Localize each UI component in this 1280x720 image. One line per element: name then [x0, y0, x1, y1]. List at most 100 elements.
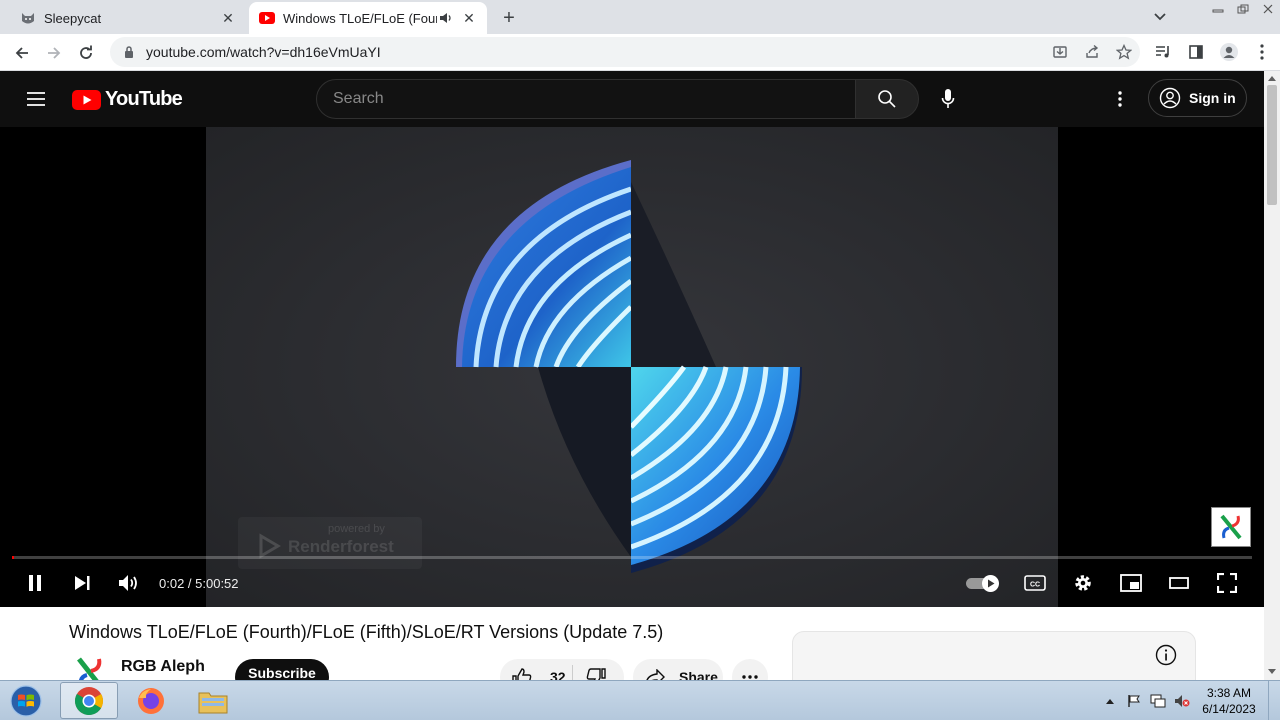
scroll-up-arrow-icon[interactable] — [1268, 75, 1276, 81]
action-center-flag-icon[interactable] — [1122, 691, 1146, 711]
taskbar-chrome[interactable] — [60, 682, 118, 719]
windows-taskbar: 3:38 AM 6/14/2023 — [0, 680, 1280, 720]
thumbs-up-icon[interactable] — [512, 668, 532, 680]
account-circle-icon — [1159, 87, 1181, 109]
browser-toolbar: youtube.com/watch?v=dh16eVmUaYI — [0, 34, 1280, 71]
scroll-thumb[interactable] — [1267, 85, 1277, 205]
settings-gear-icon[interactable] — [1067, 563, 1099, 603]
like-dislike-group: 32 — [500, 659, 624, 680]
menu-hamburger-icon[interactable] — [22, 86, 50, 112]
voice-search-button[interactable] — [928, 79, 968, 119]
search-button[interactable] — [855, 79, 919, 119]
share-label: Share — [679, 669, 718, 680]
system-tray — [1098, 681, 1194, 720]
tab-audio-playing-icon[interactable] — [437, 9, 455, 27]
time-display: 0:02 / 5:00:52 — [159, 575, 239, 591]
video-frame[interactable]: powered by Renderforest — [206, 127, 1058, 607]
forward-arrow-icon[interactable] — [41, 40, 67, 66]
address-bar[interactable]: youtube.com/watch?v=dh16eVmUaYI — [110, 37, 1140, 67]
url-text[interactable]: youtube.com/watch?v=dh16eVmUaYI — [146, 44, 381, 60]
close-window-icon[interactable] — [1255, 0, 1280, 18]
taskbar-firefox[interactable] — [122, 682, 180, 719]
browser-tab-strip: Sleepycat ✕ Windows TLoE/FLoE (Fourth) ✕… — [0, 0, 1280, 34]
tray-overflow-icon[interactable] — [1098, 691, 1122, 711]
autoplay-toggle[interactable] — [966, 575, 1002, 592]
youtube-logo[interactable]: YouTube — [72, 88, 183, 111]
windows-start-orb-icon — [10, 685, 42, 717]
channel-avatar[interactable] — [73, 657, 107, 680]
share-page-icon[interactable] — [1076, 44, 1108, 60]
fullscreen-icon[interactable] — [1211, 563, 1243, 603]
volume-icon[interactable] — [113, 563, 145, 603]
video-player[interactable]: powered by Renderforest 0:02 / 5:00:52 C… — [0, 127, 1264, 607]
cat-favicon-icon — [20, 10, 36, 26]
video-details: Windows TLoE/FLoE (Fourth)/FLoE (Fifth)/… — [0, 607, 1264, 680]
renderforest-watermark: powered by Renderforest — [238, 517, 422, 569]
search-input[interactable] — [333, 90, 855, 108]
youtube-play-logo-icon — [72, 89, 101, 110]
taskbar-file-explorer[interactable] — [184, 682, 242, 719]
tab-sleepycat[interactable]: Sleepycat ✕ — [8, 2, 246, 34]
browser-menu-kebab-icon[interactable] — [1245, 38, 1278, 66]
watermark-line2: Renderforest — [288, 537, 394, 556]
share-button[interactable]: Share — [633, 659, 723, 680]
video-title: Windows TLoE/FLoE (Fourth)/FLoE (Fifth)/… — [69, 622, 664, 642]
profile-avatar-icon[interactable] — [1212, 38, 1245, 66]
channel-watermark-logo[interactable] — [1211, 507, 1251, 547]
tab-close-icon[interactable]: ✕ — [459, 8, 479, 28]
sidebar-card — [792, 631, 1196, 680]
tab-youtube-video[interactable]: Windows TLoE/FLoE (Fourth) ✕ — [249, 2, 487, 34]
side-panel-icon[interactable] — [1179, 38, 1212, 66]
settings-kebab-icon[interactable] — [1100, 84, 1140, 114]
miniplayer-icon[interactable] — [1115, 563, 1147, 603]
media-controls-icon[interactable] — [1146, 38, 1179, 66]
youtube-page: YouTube Sign in — [0, 71, 1264, 680]
bookmark-star-icon[interactable] — [1108, 44, 1140, 60]
info-icon[interactable] — [1155, 644, 1177, 666]
clock-date: 6/14/2023 — [1202, 702, 1256, 716]
tab-search-chevron-icon[interactable] — [1150, 8, 1170, 26]
tab-title: Sleepycat — [44, 10, 102, 26]
start-button[interactable] — [6, 683, 46, 719]
subscribe-button[interactable]: Subscribe — [235, 659, 329, 680]
minimize-icon[interactable] — [1205, 0, 1230, 18]
thumbs-down-icon[interactable] — [586, 668, 606, 680]
svg-text:CC: CC — [1030, 582, 1040, 589]
sign-in-button[interactable]: Sign in — [1148, 79, 1247, 117]
search-box[interactable] — [316, 79, 856, 119]
next-video-icon[interactable] — [66, 563, 98, 603]
taskbar-clock[interactable]: 3:38 AM 6/14/2023 — [1196, 685, 1262, 717]
more-actions-icon[interactable] — [732, 659, 768, 680]
reload-icon[interactable] — [73, 40, 99, 66]
channel-logo-icon — [1220, 514, 1242, 540]
volume-muted-icon[interactable] — [1170, 691, 1194, 711]
install-app-icon[interactable] — [1044, 44, 1076, 60]
clock-time: 3:38 AM — [1206, 686, 1252, 700]
youtube-header: YouTube Sign in — [0, 71, 1264, 127]
pause-icon[interactable] — [20, 563, 50, 603]
back-arrow-icon[interactable] — [9, 40, 35, 66]
show-desktop-button[interactable] — [1268, 681, 1280, 720]
tab-close-icon[interactable]: ✕ — [218, 8, 238, 28]
like-divider — [572, 665, 573, 680]
chrome-icon — [75, 686, 103, 715]
microphone-icon — [941, 89, 955, 108]
search-icon — [878, 90, 896, 108]
lock-icon[interactable] — [114, 46, 144, 58]
sign-in-label: Sign in — [1189, 90, 1236, 106]
tab-title: Windows TLoE/FLoE (Fourth) — [283, 10, 437, 26]
subtitles-cc-icon[interactable]: CC — [1019, 563, 1051, 603]
firefox-icon — [138, 687, 164, 714]
progress-bar[interactable] — [12, 556, 1252, 559]
network-icon[interactable] — [1146, 691, 1170, 711]
autoplay-play-icon — [982, 575, 999, 592]
restore-icon[interactable] — [1230, 0, 1255, 18]
theater-mode-icon[interactable] — [1163, 563, 1195, 603]
youtube-wordmark: YouTube — [105, 88, 183, 110]
like-count[interactable]: 32 — [550, 669, 566, 680]
player-controls: 0:02 / 5:00:52 CC — [0, 563, 1264, 603]
channel-name[interactable]: RGB Aleph — [121, 658, 205, 676]
page-scrollbar[interactable] — [1264, 71, 1280, 680]
scroll-down-arrow-icon[interactable] — [1268, 669, 1276, 675]
new-tab-button[interactable]: + — [497, 7, 521, 29]
